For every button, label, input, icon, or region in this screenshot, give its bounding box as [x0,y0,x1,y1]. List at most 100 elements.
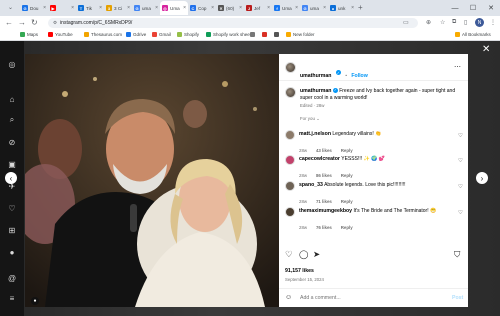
comment-like-icon[interactable]: ♡ [458,158,463,164]
reload-icon[interactable]: ↻ [31,18,38,28]
bookmark-item[interactable] [274,32,281,37]
commenter-avatar[interactable] [285,207,295,217]
profile-icon[interactable]: ● [7,247,17,257]
bookmark-item[interactable] [250,32,257,37]
commenter-avatar[interactable] [285,130,295,140]
side-panel-icon[interactable]: ▯ [464,19,467,26]
reply-button[interactable]: Reply [341,225,353,230]
browser-tab[interactable]: G Dou × [20,1,48,15]
tab-close-icon[interactable]: × [267,5,270,11]
tab-close-icon[interactable]: × [155,5,158,11]
tab-close-icon[interactable]: × [99,5,102,11]
bookmark-item[interactable]: New folder [286,32,315,37]
comment-likes[interactable]: 43 likes [316,148,332,153]
caption-username[interactable]: umathurman [300,88,331,94]
browser-tab[interactable]: J Jef × [244,1,272,15]
profile-avatar[interactable]: N [475,18,484,27]
browser-tab[interactable]: ◎ Uma × [160,1,188,15]
chrome-menu-icon[interactable]: ⋮ [490,19,496,26]
bookmark-item[interactable]: Gmail [152,32,171,37]
likes-count[interactable]: 91,157 likes [285,268,314,274]
search-icon[interactable]: ⌕ [7,115,17,125]
comment-likes[interactable]: 86 likes [316,173,332,178]
commenter-username[interactable]: themaximumgeekboy [299,208,352,214]
explore-icon[interactable]: ⊘ [7,137,17,147]
bookmark-item[interactable]: Shopify [177,32,199,37]
cast-icon[interactable]: ▭ [403,19,409,26]
comment-likes[interactable]: 76 likes [316,225,332,230]
follow-button[interactable]: Follow [351,73,367,79]
commenter-username[interactable]: matt.j.nelson [299,131,331,137]
commenter-avatar[interactable] [285,181,295,191]
tab-search-icon[interactable]: ⌄ [8,4,13,11]
save-icon[interactable]: ⛉ [454,250,460,259]
browser-tab[interactable]: f Uma × [272,1,300,15]
comment-icon[interactable]: ◯ [299,250,309,259]
back-icon[interactable]: ← [5,18,13,28]
commenter-avatar[interactable] [285,155,295,165]
tab-close-icon[interactable]: × [295,5,298,11]
comment-like-icon[interactable]: ♡ [458,184,463,190]
share-icon[interactable]: ➤ [313,250,320,259]
threads-icon[interactable]: @ [7,273,17,283]
tab-close-icon[interactable]: × [43,5,46,11]
more-menu-icon[interactable]: ≡ [7,293,17,303]
previous-post-arrow-icon[interactable]: ‹ [5,172,17,184]
bookmark-item[interactable]: Gdrive [126,32,146,37]
tab-close-icon[interactable]: × [323,5,326,11]
tab-close-icon[interactable]: × [183,5,186,11]
create-icon[interactable]: ⊞ [7,225,17,235]
reels-icon[interactable]: ▣ [7,159,17,169]
extensions-icon[interactable]: ⧉ [452,19,456,26]
maximize-button[interactable]: ☐ [464,0,482,16]
more-options-icon[interactable]: ⋯ [454,63,461,71]
bookmark-item[interactable]: Thesaurus.com [84,32,122,37]
reply-button[interactable]: Reply [341,148,353,153]
browser-tab[interactable]: Guma × [132,1,160,15]
tab-close-icon[interactable]: × [127,5,130,11]
author-username[interactable]: umathurman [300,73,331,79]
bookmark-item[interactable] [262,32,269,37]
browser-tab[interactable]: u unk × [328,1,356,15]
instagram-logo-icon[interactable]: ◎ [7,59,17,69]
for-you-filter[interactable]: For you ⌄ [300,116,320,122]
like-icon[interactable]: ♡ [285,250,293,259]
browser-tab[interactable]: 33 Ci × [104,1,132,15]
tab-close-icon[interactable]: × [239,5,242,11]
browser-tab[interactable]: Guma × [300,1,328,15]
zoom-icon[interactable]: ⊕ [426,19,431,26]
notifications-icon[interactable]: ♡ [7,203,17,213]
browser-tab[interactable]: T Tik × [76,1,104,15]
commenter-username[interactable]: capecowlcreator [299,156,340,162]
commenter-username[interactable]: spano_33 [299,182,323,188]
all-bookmarks[interactable]: All Bookmarks [455,32,491,37]
bookmark-star-icon[interactable]: ☆ [440,19,445,26]
new-tab-button[interactable]: + [358,3,363,12]
tagged-user-icon[interactable]: ● [31,297,39,305]
author-avatar[interactable] [285,62,296,73]
close-window-button[interactable]: ✕ [482,0,500,16]
tab-close-icon[interactable]: × [351,5,354,11]
post-photo[interactable]: ● [25,54,279,307]
comment-like-icon[interactable]: ♡ [458,133,463,139]
bookmark-item[interactable]: Maps [20,32,38,37]
add-comment-input[interactable]: Add a comment... [300,295,341,301]
forward-icon[interactable]: → [18,18,26,28]
bookmark-item[interactable]: Shopify work sheet [206,32,251,37]
emoji-icon[interactable]: ☺ [285,294,292,301]
browser-tab[interactable]: C Cop × [188,1,216,15]
minimize-button[interactable]: — [446,0,464,16]
tab-close-icon[interactable]: × [211,5,214,11]
home-icon[interactable]: ⌂ [7,94,17,104]
close-post-icon[interactable]: ✕ [482,44,490,55]
post-comment-button[interactable]: Post [452,295,463,301]
comment-likes[interactable]: 71 likes [316,199,332,204]
browser-tab[interactable]: ✕ (60) × [216,1,244,15]
tab-close-icon[interactable]: × [71,5,74,11]
reply-button[interactable]: Reply [341,199,353,204]
caption-author-avatar[interactable] [285,87,296,98]
bookmark-item[interactable]: YouTube [48,32,73,37]
site-info-icon[interactable]: ⚙ [53,20,57,26]
reply-button[interactable]: Reply [341,173,353,178]
next-post-arrow-icon[interactable]: › [476,172,488,184]
